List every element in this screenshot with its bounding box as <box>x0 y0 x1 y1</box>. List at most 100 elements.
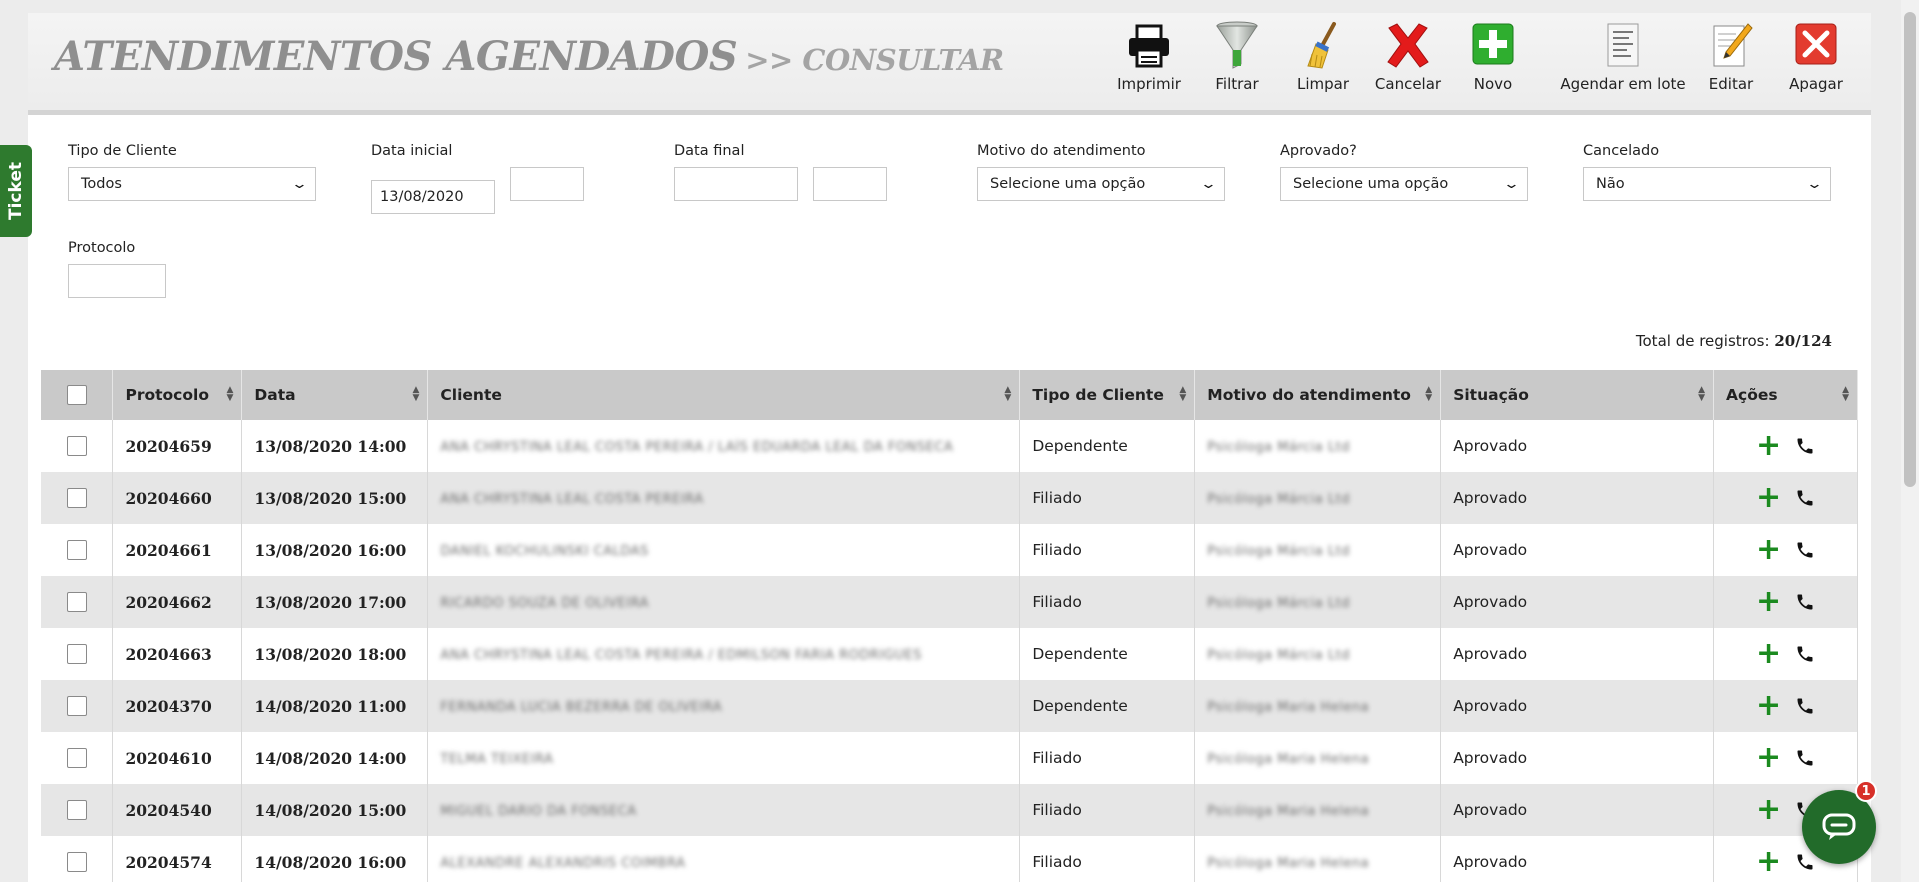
status-cell: Aprovado <box>1440 524 1715 576</box>
phone-icon[interactable] <box>1795 644 1815 664</box>
add-icon[interactable]: + <box>1756 847 1781 877</box>
reason-text: Psicóloga Márcia Ltd <box>1207 596 1350 611</box>
date-cell: 14/08/2020 14:00 <box>241 732 429 784</box>
ticket-side-tab[interactable]: Ticket <box>0 145 32 237</box>
protocol-input[interactable] <box>68 264 166 298</box>
phone-icon[interactable] <box>1795 540 1815 560</box>
protocol-cell: 20204370 <box>112 680 243 732</box>
actions-cell: + <box>1713 680 1858 732</box>
phone-icon[interactable] <box>1795 592 1815 612</box>
status-cell: Aprovado <box>1440 836 1715 882</box>
row-checkbox[interactable] <box>66 540 87 560</box>
page-title-text: ATENDIMENTOS AGENDADOS <box>54 33 738 80</box>
table-row[interactable]: 20204661 13/08/2020 16:00 DANIEL KOCHULINS… <box>41 524 1858 576</box>
add-icon[interactable]: + <box>1756 483 1781 513</box>
row-select-cell <box>41 836 114 882</box>
client-cell: RICARDO SOUZA DE OLIVEIRA <box>427 576 1021 628</box>
add-icon[interactable]: + <box>1756 743 1781 773</box>
add-icon[interactable]: + <box>1756 691 1781 721</box>
column-header-motivo[interactable]: Motivo do atendimento ▲ ▼ <box>1194 370 1442 420</box>
client-type-cell: Filiado <box>1019 472 1196 524</box>
column-label: Protocolo <box>125 386 209 404</box>
sort-icon: ▲ ▼ <box>1842 385 1849 403</box>
start-time-input[interactable] <box>509 167 584 201</box>
table-row[interactable]: 20204370 14/08/2020 11:00 FERNANDA LUCIA B… <box>41 680 1858 732</box>
reason-label: Motivo do atendimento <box>977 143 1146 159</box>
page-subtitle: >> CONSULTAR <box>745 43 1004 77</box>
reason-select[interactable]: Selecione uma opção ⌄ <box>977 167 1225 201</box>
start-date-input[interactable]: 13/08/2020 <box>371 180 495 214</box>
table-row[interactable]: 20204659 13/08/2020 14:00 ANA CHRYSTINA LE… <box>41 420 1858 472</box>
status-cell: Aprovado <box>1440 732 1715 784</box>
approved-select[interactable]: Selecione uma opção ⌄ <box>1280 167 1528 201</box>
reason-text: Psicóloga Maria Helena <box>1207 752 1370 767</box>
actions-cell: + <box>1713 628 1858 680</box>
table-row[interactable]: 20204660 13/08/2020 15:00 ANA CHRYSTINA LE… <box>41 472 1858 524</box>
column-header-acoes[interactable]: Ações ▲ ▼ <box>1713 370 1858 420</box>
client-type-select[interactable]: Todos ⌄ <box>68 167 316 201</box>
client-type-filter: Tipo de Cliente Todos ⌄ <box>68 143 316 201</box>
add-icon[interactable]: + <box>1756 535 1781 565</box>
cancelled-select[interactable]: Não ⌄ <box>1583 167 1831 201</box>
phone-icon[interactable] <box>1795 696 1815 716</box>
reason-text: Psicóloga Márcia Ltd <box>1207 492 1350 507</box>
client-type-cell: Filiado <box>1019 524 1196 576</box>
status-cell: Aprovado <box>1440 472 1715 524</box>
column-header-cliente[interactable]: Cliente ▲ ▼ <box>427 370 1021 420</box>
add-icon[interactable]: + <box>1756 795 1781 825</box>
date-cell: 13/08/2020 14:00 <box>241 420 429 472</box>
records-total-label: Total de registros: <box>1635 332 1770 350</box>
end-date-input[interactable] <box>674 167 798 201</box>
add-icon[interactable]: + <box>1756 431 1781 461</box>
row-select-cell <box>41 524 114 576</box>
row-checkbox[interactable] <box>66 696 87 716</box>
column-header-tipo-cliente[interactable]: Tipo de Cliente ▲ ▼ <box>1019 370 1196 420</box>
row-checkbox[interactable] <box>66 800 87 820</box>
row-checkbox[interactable] <box>66 852 87 872</box>
new-button[interactable]: Novo <box>1438 20 1548 93</box>
phone-icon[interactable] <box>1795 488 1815 508</box>
table-row[interactable]: 20204662 13/08/2020 17:00 RICARDO SOUZA DE… <box>41 576 1858 628</box>
approved-label: Aprovado? <box>1280 143 1357 159</box>
client-name: FERNANDA LUCIA BEZERRA DE OLIVEIRA <box>440 700 723 715</box>
select-all-checkbox[interactable] <box>66 385 87 405</box>
row-checkbox[interactable] <box>66 592 87 612</box>
row-checkbox[interactable] <box>66 488 87 508</box>
client-name: ANA CHRYSTINA LEAL COSTA PEREIRA <box>440 492 704 507</box>
status-cell: Aprovado <box>1440 420 1715 472</box>
row-select-cell <box>41 732 114 784</box>
status-cell: Aprovado <box>1440 628 1715 680</box>
scrollbar-thumb[interactable] <box>1904 12 1916 487</box>
delete-button[interactable]: Apagar <box>1761 20 1871 93</box>
phone-icon[interactable] <box>1795 748 1815 768</box>
phone-icon[interactable] <box>1795 436 1815 456</box>
client-name: ANA CHRYSTINA LEAL COSTA PEREIRA / EDMIL… <box>440 648 922 663</box>
phone-icon[interactable] <box>1795 852 1815 872</box>
reason-cell: Psicóloga Maria Helena <box>1194 836 1442 882</box>
table-row[interactable]: 20204574 14/08/2020 16:00 ALEXANDRE ALEXAN… <box>41 836 1858 882</box>
date-cell: 14/08/2020 15:00 <box>241 784 429 836</box>
table-row[interactable]: 20204540 14/08/2020 15:00 MIGUEL DARIO DA … <box>41 784 1858 836</box>
table-row[interactable]: 20204663 13/08/2020 18:00 ANA CHRYSTINA LE… <box>41 628 1858 680</box>
table-row[interactable]: 20204610 14/08/2020 14:00 TELMA TEIXEIRA Fi… <box>41 732 1858 784</box>
column-header-situacao[interactable]: Situação ▲ ▼ <box>1440 370 1715 420</box>
add-icon[interactable]: + <box>1756 587 1781 617</box>
client-type-cell: Dependente <box>1019 680 1196 732</box>
column-header-protocolo[interactable]: Protocolo ▲ ▼ <box>112 370 243 420</box>
column-header-data[interactable]: Data ▲ ▼ <box>241 370 429 420</box>
end-time-input[interactable] <box>812 167 887 201</box>
chat-bubble-icon <box>1822 813 1856 840</box>
reason-cell: Psicóloga Maria Helena <box>1194 784 1442 836</box>
row-checkbox[interactable] <box>66 436 87 456</box>
start-date-label: Data inicial <box>371 143 453 159</box>
appointments-table: Protocolo ▲ ▼ Data ▲ ▼ Cliente ▲ ▼ Tipo de Cli… <box>41 370 1858 882</box>
client-cell: ANA CHRYSTINA LEAL COSTA PEREIRA <box>427 472 1021 524</box>
ticket-label: Ticket <box>6 161 27 221</box>
row-checkbox[interactable] <box>66 748 87 768</box>
table-body: 20204659 13/08/2020 14:00 ANA CHRYSTINA LE… <box>41 420 1858 882</box>
status-cell: Aprovado <box>1440 680 1715 732</box>
vertical-scrollbar[interactable] <box>1901 0 1919 882</box>
client-type-cell: Filiado <box>1019 836 1196 882</box>
add-icon[interactable]: + <box>1756 639 1781 669</box>
row-checkbox[interactable] <box>66 644 87 664</box>
